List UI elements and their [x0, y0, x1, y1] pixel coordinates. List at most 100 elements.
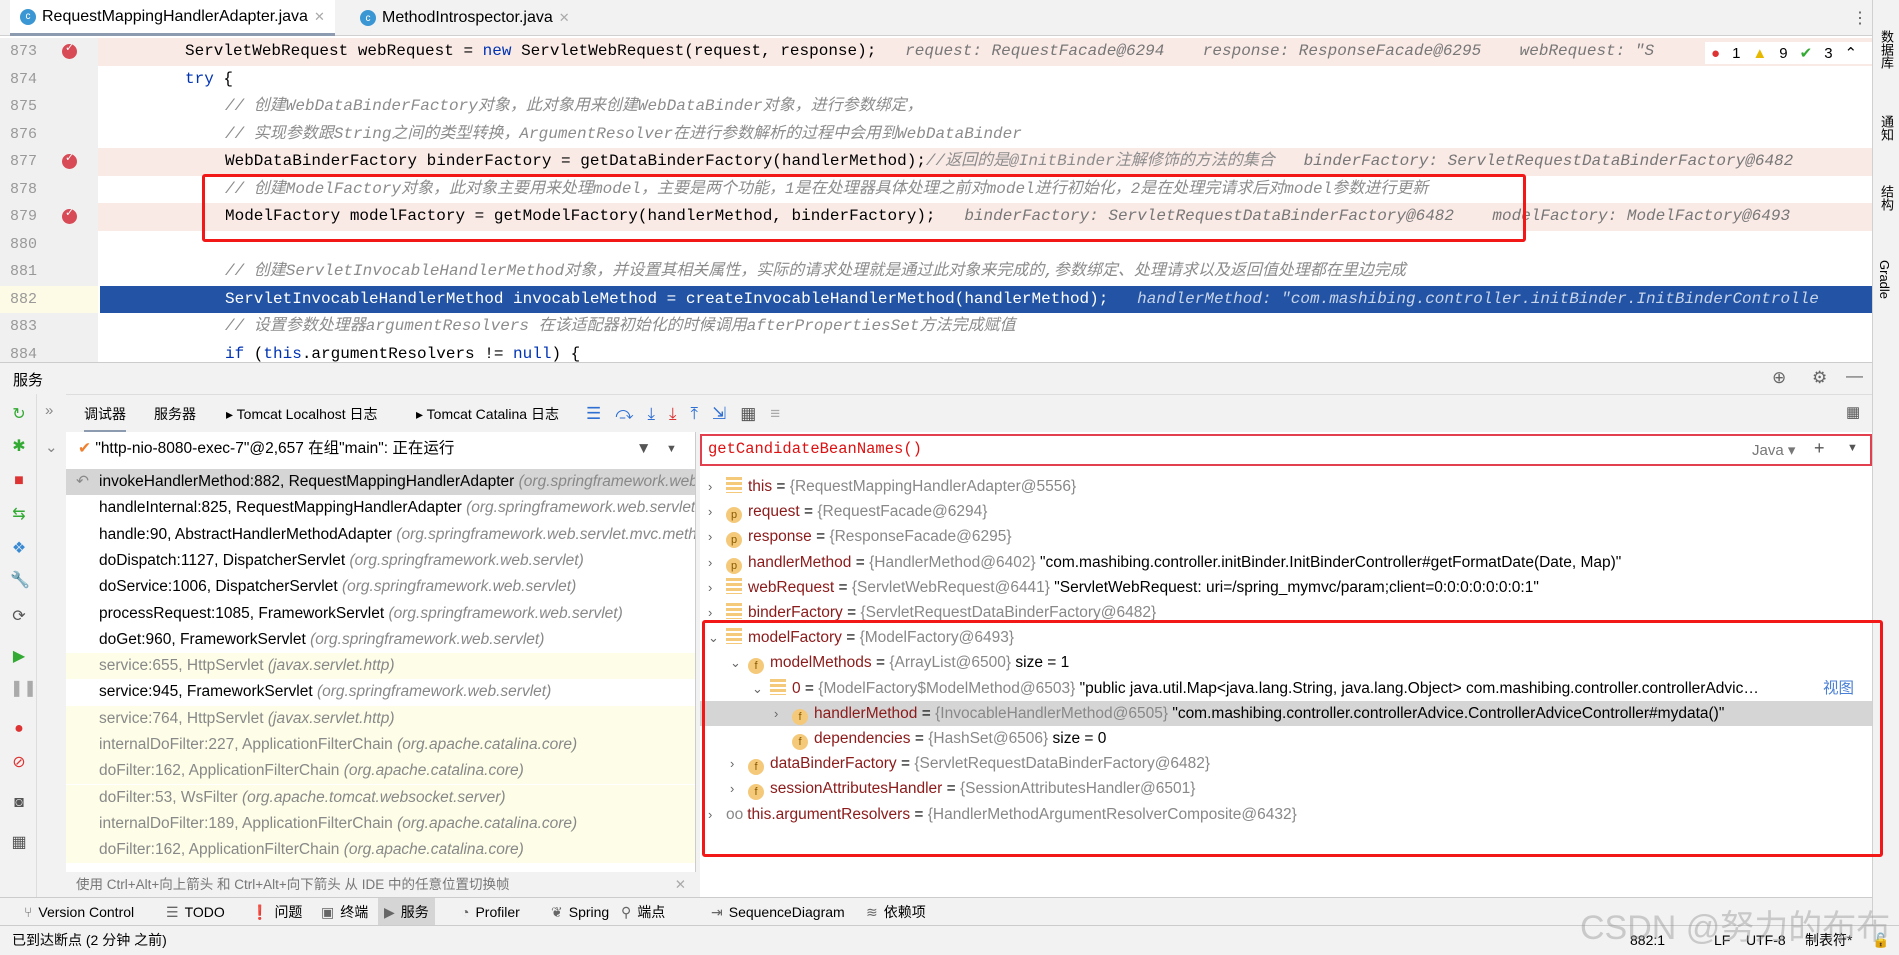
stack-frame[interactable]: doGet:960, FrameworkServlet (org.springf…	[66, 627, 695, 653]
gutter[interactable]: 874	[0, 65, 98, 93]
layout-settings-icon[interactable]: ▦	[1846, 403, 1860, 421]
variable-row[interactable]: › f sessionAttributesHandler = {SessionAtt…	[700, 776, 1872, 801]
gutter[interactable]: 881	[0, 258, 98, 286]
code-line[interactable]: 880	[0, 230, 1872, 258]
view-breakpoints-icon[interactable]: ●	[10, 720, 28, 738]
tool-window-服务[interactable]: ▶ 服务	[378, 898, 435, 926]
layout-icon[interactable]: ▦	[10, 834, 28, 852]
tool-window-profiler[interactable]: ◔ Profiler	[455, 898, 526, 926]
variable-row[interactable]: › f handlerMethod = {InvocableHandlerMetho…	[700, 700, 1872, 726]
close-icon[interactable]: ✕	[314, 9, 325, 25]
variable-row[interactable]: › p handlerMethod = {HandlerMethod@6402} "…	[700, 550, 1872, 575]
filter-icon[interactable]: ▼	[636, 432, 651, 466]
breakpoint-icon[interactable]	[62, 201, 77, 229]
stack-frame[interactable]: doFilter:162, ApplicationFilterChain (or…	[66, 837, 695, 864]
debug-icon[interactable]: ✱	[10, 438, 28, 456]
history-dropdown-icon[interactable]: ▼	[1847, 442, 1858, 454]
gutter[interactable]: 884	[0, 340, 98, 362]
expand-toggle-icon[interactable]: ›	[730, 776, 748, 801]
gutter[interactable]: 877	[0, 146, 98, 176]
mute-breakpoints-icon[interactable]: ⊘	[10, 754, 28, 772]
tool-window-问题[interactable]: ❗ 问题	[245, 898, 308, 926]
stack-frame[interactable]: doFilter:162, ApplicationFilterChain (or…	[66, 758, 695, 785]
variable-row[interactable]: › binderFactory = {ServletRequestDataBind…	[700, 600, 1872, 625]
code-line[interactable]: 876 // 实现参数跟String之间的类型转换，ArgumentResolve…	[0, 120, 1872, 148]
resume-icon[interactable]: ▶	[10, 648, 28, 666]
stack-frame[interactable]: doDispatch:1127, DispatcherServlet (org.…	[66, 548, 695, 574]
add-watch-icon[interactable]: +	[1814, 438, 1825, 459]
tool-window-端点[interactable]: ⚲ 端点	[615, 898, 671, 926]
chevron-down-icon[interactable]: ⌄	[45, 438, 58, 456]
expand-toggle-icon[interactable]: ›	[774, 701, 792, 726]
expand-toggle-icon[interactable]: ›	[708, 600, 726, 625]
variable-row[interactable]: › this = {RequestMappingHandlerAdapter@55…	[700, 474, 1872, 499]
stack-frame[interactable]: handle:90, AbstractHandlerMethodAdapter …	[66, 522, 695, 548]
gear-icon[interactable]: ⚙	[1812, 368, 1827, 388]
variable-row[interactable]: › p request = {RequestFacade@6294}	[700, 499, 1872, 524]
chevron-down-icon[interactable]: ▼	[666, 432, 677, 466]
tool-window-spring[interactable]: ❦ Spring	[545, 898, 615, 926]
variable-row[interactable]: › f dataBinderFactory = {ServletRequestDat…	[700, 751, 1872, 776]
gutter[interactable]: 875	[0, 93, 98, 121]
rerun-icon[interactable]: ↻	[10, 406, 28, 424]
tool-window-sequencediagram[interactable]: ⇥ SequenceDiagram	[705, 898, 851, 926]
expand-toggle-icon[interactable]: ›	[708, 524, 726, 549]
minimize-icon[interactable]: —	[1846, 366, 1863, 386]
evaluate-expression-input[interactable]: getCandidateBeanNames() Java ▾ + ▼	[700, 434, 1872, 466]
tool-database[interactable]: 数据库	[1877, 30, 1896, 69]
expand-toggle-icon[interactable]: ›	[708, 499, 726, 524]
stack-frame[interactable]: service:764, HttpServlet (javax.servlet.…	[66, 705, 695, 732]
camera-icon[interactable]: ◙	[10, 794, 28, 812]
expand-icon[interactable]: »	[45, 402, 53, 419]
view-link[interactable]: 视图	[1822, 675, 1854, 701]
tool-gradle[interactable]: Gradle	[1877, 260, 1892, 299]
code-line[interactable]: 873 ServletWebRequest webRequest = new Se…	[0, 36, 1872, 66]
code-line[interactable]: 877 WebDataBinderFactory binderFactory = …	[0, 146, 1872, 176]
stack-frame[interactable]: doService:1006, DispatcherServlet (org.s…	[66, 574, 695, 600]
thread-selector[interactable]: ✔ "http-nio-8080-exec-7"@2,657 在组"main":…	[66, 432, 695, 466]
stack-frame[interactable]: handleInternal:825, RequestMappingHandle…	[66, 495, 695, 521]
tool-structure[interactable]: 结构	[1877, 185, 1896, 211]
tool-notifications[interactable]: 通知	[1877, 115, 1896, 141]
expand-toggle-icon[interactable]: ⌄	[730, 650, 748, 675]
variable-row[interactable]: ⌄ f modelMethods = {ArrayList@6500} size =…	[700, 650, 1872, 675]
refresh-icon[interactable]: ⟳	[10, 608, 28, 626]
variable-row[interactable]: › p response = {ResponseFacade@6295}	[700, 524, 1872, 549]
variable-row[interactable]: › oo this.argumentResolvers = {HandlerMeth…	[700, 802, 1872, 827]
stack-frame[interactable]: internalDoFilter:189, ApplicationFilterC…	[66, 810, 695, 837]
tool-window-version-control[interactable]: ⑂ Version Control	[18, 898, 140, 926]
code-line[interactable]: 874 try {	[0, 65, 1872, 93]
code-line[interactable]: 879 ModelFactory modelFactory = getModelF…	[0, 201, 1872, 231]
close-icon[interactable]: ✕	[559, 10, 570, 26]
code-editor[interactable]: 873 ServletWebRequest webRequest = new Se…	[0, 36, 1872, 362]
tab-tomcat-localhost-log[interactable]: ▸ Tomcat Localhost 日志	[226, 395, 378, 433]
gutter[interactable]: 880	[0, 230, 98, 258]
expand-toggle-icon[interactable]: ›	[708, 550, 726, 575]
tab-request-mapping-handler-adapter[interactable]: c RequestMappingHandlerAdapter.java ✕	[10, 0, 335, 36]
tool-window-终端[interactable]: ▣ 终端	[315, 898, 374, 926]
code-line[interactable]: 884 if (this.argumentResolvers != null) {	[0, 340, 1872, 362]
gutter[interactable]: 883	[0, 313, 98, 341]
code-line[interactable]: 883 // 设置参数处理器argumentResolvers 在该适配器初始化的…	[0, 313, 1872, 341]
expand-toggle-icon[interactable]: ⌄	[752, 676, 770, 701]
more-icon[interactable]: ⋮	[1852, 8, 1868, 28]
deploy-icon[interactable]: ⇆	[10, 506, 28, 524]
inspection-widget[interactable]: ●1 ▲9 ✔3 ⌃⌄	[1705, 42, 1888, 64]
variable-row[interactable]: › webRequest = {ServletWebRequest@6441} "…	[700, 575, 1872, 600]
close-icon[interactable]: ✕	[675, 872, 686, 897]
tool-window-todo[interactable]: ☰ TODO	[160, 898, 231, 926]
breakpoint-icon[interactable]	[62, 36, 77, 64]
stack-frame[interactable]: doFilter:53, WsFilter (org.apache.tomcat…	[66, 784, 695, 811]
variable-row[interactable]: f dependencies = {HashSet@6506} size = 0	[700, 726, 1872, 751]
stack-frame[interactable]: processRequest:1085, FrameworkServlet (o…	[66, 601, 695, 627]
expand-toggle-icon[interactable]: ›	[708, 575, 726, 600]
gutter[interactable]: 878	[0, 175, 98, 203]
tab-tomcat-catalina-log[interactable]: ▸ Tomcat Catalina 日志	[416, 395, 559, 433]
expand-toggle-icon[interactable]: ›	[708, 802, 726, 827]
gutter[interactable]: 882	[0, 285, 98, 313]
previous-icon[interactable]: ⌃	[1845, 44, 1858, 62]
tab-method-introspector[interactable]: c MethodIntrospector.java ✕	[350, 0, 580, 36]
breakpoint-icon[interactable]	[62, 146, 77, 174]
stack-frame[interactable]: internalDoFilter:227, ApplicationFilterC…	[66, 732, 695, 758]
gutter[interactable]: 876	[0, 120, 98, 148]
